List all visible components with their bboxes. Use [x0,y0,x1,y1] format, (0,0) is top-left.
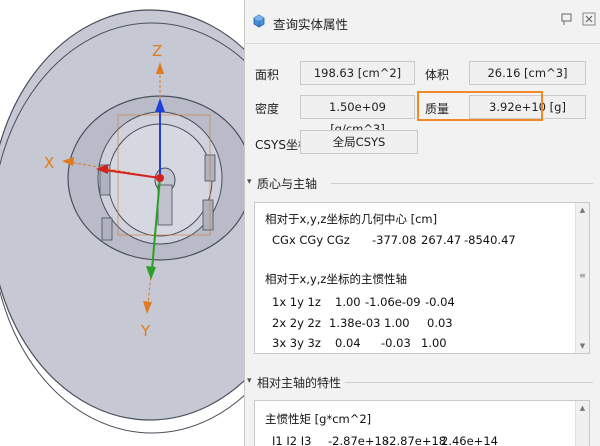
axes-row-v2: -0.03 [381,336,411,350]
axes-row-label: 2x 2y 2z [272,316,321,330]
entity-properties-dialog: 查询实体属性 面积 198.63 [cm^2] 体积 26.16 [cm^3] … [244,0,600,446]
close-icon[interactable] [581,12,597,28]
cg-label: CGx CGy CGz [272,233,350,247]
axes-row-v3: 1.00 [421,336,447,350]
cgx-value: -377.08 [372,233,417,247]
centroid-axes-textbox[interactable]: 相对于x,y,z坐标的几何中心 [cm] CGx CGy CGz -377.08… [254,202,590,354]
dialog-titlebar[interactable]: 查询实体属性 [245,0,600,44]
density-label: 密度 [255,102,280,116]
moment-i1: -2.87e+18 [328,434,390,446]
principal-axes-heading: 相对于x,y,z坐标的主惯性轴 [265,272,407,286]
principal-properties-section-header[interactable]: ▾ 相对主轴的特性 [245,372,600,392]
volume-label: 体积 [425,68,450,82]
cgy-value: 267.47 [421,233,462,247]
axes-row-v1: 1.38e-03 [329,316,381,330]
cgz-value: -8540.47 [464,233,516,247]
moment-i2: -2.87e+18 [385,434,447,446]
axes-row-v1: 1.00 [335,295,361,309]
3d-viewport[interactable]: Z X Y [0,0,246,446]
cg-heading: 相对于x,y,z坐标的几何中心 [cm] [265,212,438,226]
area-field[interactable]: 198.63 [cm^2] [300,61,415,85]
origin-marker [156,174,164,182]
density-field[interactable]: 1.50e+09 [g/cm^3] [300,95,415,136]
axes-row-label: 1x 1y 1z [272,295,321,309]
scroll-up-icon[interactable]: ▲ [576,401,589,415]
axis-x-label: X [44,154,54,172]
collapse-icon[interactable]: ▾ [247,177,257,187]
axis-y-label: Y [140,322,151,340]
section-title: 相对主轴的特性 [257,376,342,390]
scroll-grip-icon[interactable]: ≡ [579,271,586,281]
vertical-scrollbar[interactable]: ▲ ≡ ▼ [575,203,589,353]
axes-row-v3: -0.04 [425,295,455,309]
axes-row-v2: -1.06e-09 [365,295,421,309]
moments-heading: 主惯性矩 [g*cm^2] [265,412,372,426]
axes-row-v1: 0.04 [335,336,361,350]
scroll-down-icon[interactable]: ▼ [576,339,589,353]
collapse-icon[interactable]: ▾ [247,376,257,386]
moment-i3: 2.46e+14 [441,434,498,446]
magnifier-cube-icon [251,13,267,29]
axes-row-v2: 1.00 [384,316,410,330]
area-label: 面积 [255,68,280,82]
dialog-title: 查询实体属性 [273,17,349,32]
vertical-scrollbar[interactable]: ▲ [575,401,589,446]
pin-icon[interactable] [559,12,575,28]
scroll-up-icon[interactable]: ▲ [576,203,589,217]
part-render: Z X Y [0,9,246,434]
moments-label: I1 I2 I3 [272,434,312,446]
axis-z-label: Z [152,42,162,60]
axes-row-v3: 0.03 [427,316,453,330]
centroid-axes-section-header[interactable]: ▾ 质心与主轴 [245,173,600,193]
section-title: 质心与主轴 [257,177,318,191]
csys-field[interactable]: 全局CSYS [300,130,418,154]
principal-properties-textbox[interactable]: 主惯性矩 [g*cm^2] I1 I2 I3 -2.87e+18 -2.87e+… [254,400,590,446]
mass-highlight-box [417,91,543,121]
axes-row-label: 3x 3y 3z [272,336,321,350]
volume-field[interactable]: 26.16 [cm^3] [469,61,586,85]
